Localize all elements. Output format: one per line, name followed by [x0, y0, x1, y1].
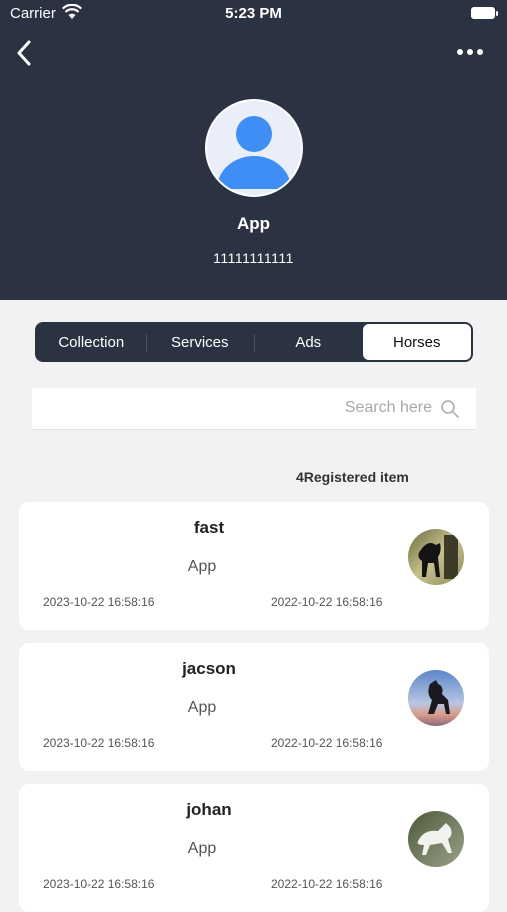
profile-phone: 11111111111 — [213, 250, 294, 266]
battery-icon — [471, 7, 498, 19]
avatar — [205, 99, 303, 197]
back-button[interactable] — [10, 36, 40, 70]
horse-card[interactable]: jacson App 2023-10-22 16:58:16 2022-10-2… — [19, 643, 489, 771]
owner-name: App — [187, 699, 217, 716]
search-input[interactable] — [32, 388, 432, 428]
more-options-button[interactable] — [455, 40, 485, 64]
status-time: 5:23 PM — [225, 5, 282, 22]
tab-horses[interactable]: Horses — [362, 324, 471, 360]
search-bar — [32, 388, 476, 430]
segmented-tabs: Collection Services Ads Horses — [35, 322, 473, 362]
horse-name: fast — [193, 518, 225, 537]
horse-thumbnail — [408, 529, 464, 585]
owner-name: App — [187, 840, 217, 857]
status-bar: Carrier 5:23 PM — [0, 0, 507, 28]
ellipsis-icon — [457, 49, 483, 55]
user-icon — [217, 116, 291, 189]
date-right: 2022-10-22 16:58:16 — [271, 877, 383, 891]
search-icon[interactable] — [440, 399, 460, 419]
horse-thumbnail — [408, 811, 464, 867]
tab-services[interactable]: Services — [145, 324, 255, 360]
profile-name: App — [236, 214, 271, 233]
date-left: 2023-10-22 16:58:16 — [43, 736, 155, 750]
date-right: 2022-10-22 16:58:16 — [271, 736, 383, 750]
date-left: 2023-10-22 16:58:16 — [43, 595, 155, 609]
profile-header: Carrier 5:23 PM App 11111111111 — [0, 0, 507, 300]
owner-name: App — [187, 558, 217, 575]
horse-card[interactable]: johan App 2023-10-22 16:58:16 2022-10-22… — [19, 784, 489, 912]
tab-ads[interactable]: Ads — [254, 324, 363, 360]
date-right: 2022-10-22 16:58:16 — [271, 595, 383, 609]
horse-thumbnail — [408, 670, 464, 726]
chevron-left-icon — [17, 40, 31, 66]
horse-card[interactable]: fast App 2023-10-22 16:58:16 2022-10-22 … — [19, 502, 489, 630]
horse-name: jacson — [182, 659, 236, 678]
date-left: 2023-10-22 16:58:16 — [43, 877, 155, 891]
tab-collection[interactable]: Collection — [37, 324, 146, 360]
horse-name: johan — [186, 800, 232, 819]
registered-count: 4Registered item — [296, 469, 409, 485]
